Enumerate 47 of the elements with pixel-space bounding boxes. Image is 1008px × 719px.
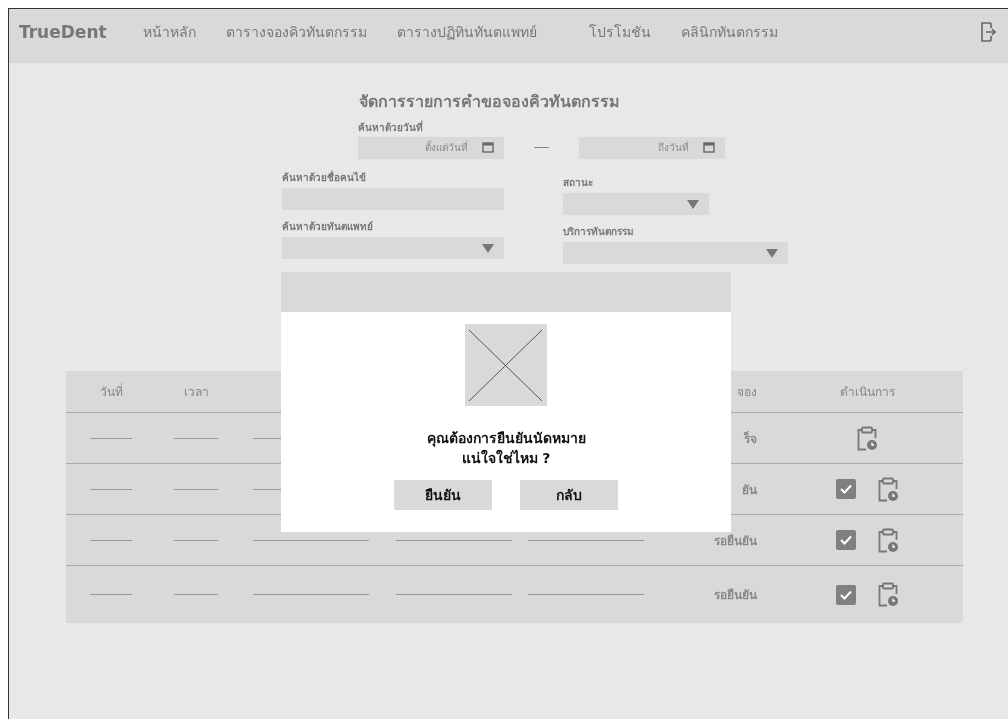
nav-link[interactable]: หน้าหลัก — [142, 21, 196, 43]
checkbox-icon[interactable] — [836, 530, 856, 550]
placeholder-line — [174, 437, 218, 439]
nav-link[interactable]: ตารางปฏิทินทันตแพทย์ — [396, 21, 537, 43]
status-text: รอยืนยัน — [714, 587, 757, 604]
status-text: รอยืนยัน — [714, 532, 757, 550]
column-header: จอง — [737, 384, 757, 401]
patient-filter-label: ค้นหาด้วยชื่อคนไข้ — [282, 170, 366, 185]
clipboard-clock-icon[interactable] — [878, 476, 898, 502]
nav-link[interactable]: คลินิกทันตกรรม — [680, 21, 778, 43]
nav-link[interactable]: โปรโมชัน — [588, 21, 651, 43]
brand-logo[interactable]: TrueDent — [19, 22, 107, 42]
checkbox-icon[interactable] — [836, 479, 856, 499]
calendar-icon — [482, 141, 494, 153]
clipboard-clock-icon[interactable] — [878, 527, 898, 553]
placeholder-line — [174, 594, 218, 595]
caret-icon — [687, 199, 699, 209]
status-text: ร็จ — [744, 430, 757, 448]
column-header: เวลา — [183, 384, 209, 401]
date-to-field[interactable]: ถึงวันที่ — [579, 137, 725, 159]
dialog-button[interactable]: กลับ — [520, 480, 618, 510]
placeholder-line — [174, 488, 218, 490]
dialog-message: คุณต้องการยืนยันนัดหมาย — [426, 429, 586, 448]
checkbox-icon[interactable] — [836, 584, 856, 605]
caret-icon — [482, 243, 494, 253]
clipboard-clock-icon[interactable] — [857, 425, 877, 451]
placeholder-line — [90, 488, 132, 490]
status-filter-label: สถานะ — [563, 176, 593, 190]
clipboard-clock-icon[interactable] — [878, 582, 898, 607]
date-filter-label: ค้นหาด้วยวันที่ — [358, 120, 423, 135]
caret-icon — [766, 248, 778, 258]
nav-link[interactable]: ตารางจองคิวทันตกรรม — [225, 21, 367, 43]
page-title: จัดการรายการคำขอจองคิวทันตกรรม — [358, 91, 620, 113]
column-header: ดำเนินการ — [839, 384, 895, 401]
placeholder-line — [90, 594, 132, 595]
placeholder-line — [174, 539, 218, 541]
date-from-field[interactable]: ตั้งแต่วันที่ — [358, 137, 504, 159]
dentist-filter-label: ค้นหาด้วยทันตแพทย์ — [282, 220, 373, 234]
service-filter-label: บริการทันตกรรม — [563, 225, 634, 239]
dialog-message: แน่ใจใช่ไหม ? — [461, 448, 551, 468]
placeholder-line — [90, 437, 132, 439]
placeholder-line — [90, 539, 132, 541]
status-text: ยัน — [742, 481, 757, 499]
calendar-icon — [703, 141, 715, 153]
logout-icon[interactable] — [980, 22, 996, 42]
dialog-button[interactable]: ยืนยัน — [394, 480, 492, 510]
column-header: วันที่ — [99, 382, 123, 401]
